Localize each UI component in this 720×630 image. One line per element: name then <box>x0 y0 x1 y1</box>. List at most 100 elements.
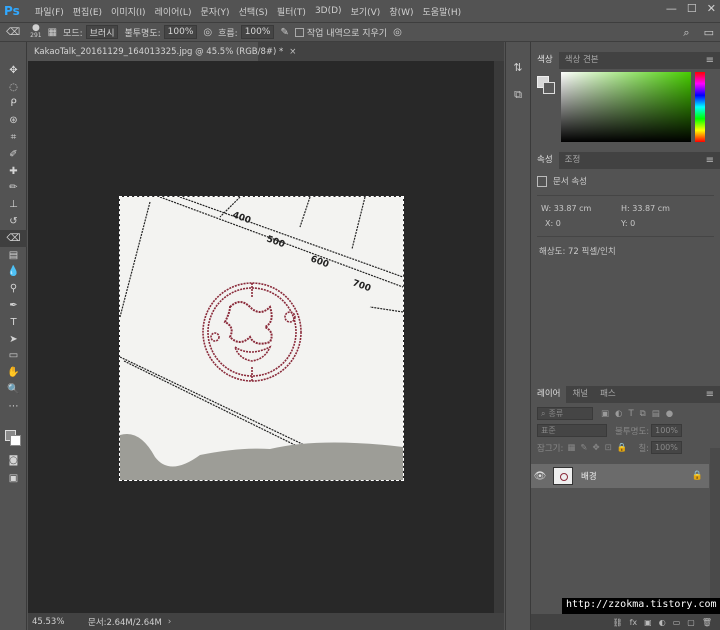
quick-mask-icon[interactable]: ◙ <box>0 452 27 469</box>
search-icon[interactable]: ⌕ <box>683 26 689 40</box>
close-button[interactable]: ✕ <box>707 2 716 15</box>
lock-icons[interactable]: ▦✎✥⊡🔒 <box>567 443 632 453</box>
airbrush-icon[interactable]: ✎ <box>280 27 288 38</box>
new-group-icon[interactable]: ▭ <box>673 618 681 627</box>
layers-scrollbar[interactable] <box>710 448 720 608</box>
panel-menu-icon[interactable]: ≡ <box>706 155 714 166</box>
new-layer-icon[interactable]: ▢ <box>687 618 695 627</box>
minimize-button[interactable]: — <box>666 2 677 15</box>
panel-menu-icon[interactable]: ≡ <box>706 55 714 66</box>
pressure-opacity-icon[interactable]: ◎ <box>203 27 212 38</box>
more-tools-icon[interactable]: ⋯ <box>0 398 27 415</box>
fill-input[interactable]: 100% <box>651 441 682 454</box>
tab-adjustments[interactable]: 조정 <box>559 152 587 169</box>
photoshop-logo: Ps <box>4 4 20 18</box>
lasso-tool-icon[interactable]: ᑭ <box>0 96 27 113</box>
menu-view[interactable]: 보기(V) <box>351 5 381 18</box>
height-field[interactable]: H: 33.87 cm <box>621 204 701 213</box>
zoom-tool-icon[interactable]: 🔍 <box>0 381 27 398</box>
tab-paths[interactable]: 패스 <box>594 386 622 403</box>
workspace-icon[interactable]: ▭ <box>704 26 714 40</box>
marquee-tool-icon[interactable]: ◌ <box>0 79 27 96</box>
history-panel-icon[interactable]: ⇅ <box>506 56 530 78</box>
pen-tool-icon[interactable]: ✒ <box>0 297 27 314</box>
menu-filter[interactable]: 필터(T) <box>277 5 306 18</box>
rectangle-tool-icon[interactable]: ▭ <box>0 348 27 365</box>
panel-menu-icon[interactable]: ≡ <box>706 389 714 400</box>
menu-help[interactable]: 도움말(H) <box>423 5 462 18</box>
color-field[interactable] <box>561 72 691 142</box>
mode-select[interactable]: 브러시 <box>85 25 119 39</box>
hue-slider[interactable] <box>695 72 705 142</box>
pressure-size-icon[interactable]: ◎ <box>393 27 402 38</box>
crop-tool-icon[interactable]: ⌗ <box>0 129 27 146</box>
background-color-swatch[interactable] <box>10 435 21 446</box>
opacity-control: 불투명도: 100% <box>124 25 198 39</box>
lock-icon: 🔒 <box>691 471 703 481</box>
quick-select-tool-icon[interactable]: ⊛ <box>0 112 27 129</box>
history-brush-tool-icon[interactable]: ↺ <box>0 213 27 230</box>
chevron-right-icon[interactable]: › <box>168 617 171 627</box>
adjustment-layer-icon[interactable]: ◐ <box>659 618 666 627</box>
type-tool-icon[interactable]: T <box>0 314 27 331</box>
flow-input[interactable]: 100% <box>240 25 275 39</box>
eraser-tool-icon[interactable]: ⌫ <box>0 229 27 247</box>
erase-history-checkbox[interactable] <box>294 27 304 37</box>
layer-filter-select[interactable]: ⌕ 종류 <box>537 407 593 420</box>
tab-layers[interactable]: 레이어 <box>531 386 567 403</box>
erase-history-option[interactable]: 작업 내역으로 지우기 <box>294 26 387 39</box>
clone-stamp-tool-icon[interactable]: ⊥ <box>0 196 27 213</box>
menu-file[interactable]: 파일(F) <box>35 5 64 18</box>
link-layers-icon[interactable]: ⛓ <box>612 618 622 627</box>
opacity-input[interactable]: 100% <box>163 25 198 39</box>
fx-icon[interactable]: fx <box>630 618 638 627</box>
brush-panel-icon[interactable]: ▦ <box>48 27 57 38</box>
document-tab[interactable]: KakaoTalk_20161129_164013325.jpg @ 45.5%… <box>28 42 296 61</box>
menu-3d[interactable]: 3D(D) <box>315 6 342 16</box>
color-panel-background-swatch[interactable] <box>543 82 555 94</box>
eraser-tool-icon[interactable]: ⌫ <box>6 27 20 38</box>
layer-filter-icons[interactable]: ▣◐T⧉▤● <box>601 409 679 419</box>
vertical-scrollbar[interactable] <box>494 61 504 613</box>
hand-tool-icon[interactable]: ✋ <box>0 364 27 381</box>
eye-icon[interactable]: 👁 <box>531 471 549 482</box>
layer-row-background[interactable]: 👁 배경 🔒 <box>531 464 709 488</box>
layer-opacity-input[interactable]: 100% <box>651 424 683 437</box>
dodge-tool-icon[interactable]: ⚲ <box>0 280 27 297</box>
screen-mode-icon[interactable]: ▣ <box>0 470 27 487</box>
document-image[interactable]: 400 500 600 700 <box>119 196 404 481</box>
brush-tool-icon[interactable]: ✏ <box>0 180 27 197</box>
menu-image[interactable]: 이미지(I) <box>111 5 146 18</box>
tab-properties[interactable]: 속성 <box>531 152 559 169</box>
menu-layer[interactable]: 레이어(L) <box>155 5 192 18</box>
close-icon[interactable]: × <box>289 47 296 57</box>
tool-presets-icon[interactable]: ⧉ <box>506 84 530 106</box>
healing-brush-tool-icon[interactable]: ✚ <box>0 163 27 180</box>
ruler-line <box>120 201 151 318</box>
menu-window[interactable]: 창(W) <box>389 5 413 18</box>
menu-edit[interactable]: 편집(E) <box>73 5 102 18</box>
gradient-tool-icon[interactable]: ▤ <box>0 247 27 264</box>
width-field[interactable]: W: 33.87 cm <box>541 204 621 213</box>
maximize-button[interactable]: ☐ <box>687 2 697 15</box>
blur-tool-icon[interactable]: 💧 <box>0 264 27 281</box>
menu-select[interactable]: 선택(S) <box>239 5 268 18</box>
menu-type[interactable]: 문자(Y) <box>200 5 229 18</box>
add-mask-icon[interactable]: ▣ <box>644 618 652 627</box>
tab-color[interactable]: 색상 <box>531 52 559 69</box>
x-field[interactable]: X: 0 <box>541 219 621 228</box>
y-field[interactable]: Y: 0 <box>621 219 701 228</box>
blend-row: 표준 불투명도: 100% <box>537 424 714 437</box>
brush-preset-picker[interactable]: ● 291 <box>30 24 41 40</box>
trash-icon[interactable]: 🗑 <box>702 618 712 627</box>
eyedropper-tool-icon[interactable]: ✐ <box>0 146 27 163</box>
blend-mode-select[interactable]: 표준 <box>537 424 607 437</box>
menu-bar: Ps 파일(F) 편집(E) 이미지(I) 레이어(L) 문자(Y) 선택(S)… <box>0 0 720 22</box>
layers-panel-header: 레이어 채널 패스 ≡ <box>531 386 720 403</box>
mode-label: 모드: <box>63 28 83 39</box>
zoom-level[interactable]: 45.53% <box>28 617 80 627</box>
path-select-tool-icon[interactable]: ➤ <box>0 331 27 348</box>
tab-swatches[interactable]: 색상 견본 <box>559 52 605 69</box>
move-tool-icon[interactable]: ✥ <box>0 62 27 79</box>
tab-channels[interactable]: 채널 <box>566 386 594 403</box>
